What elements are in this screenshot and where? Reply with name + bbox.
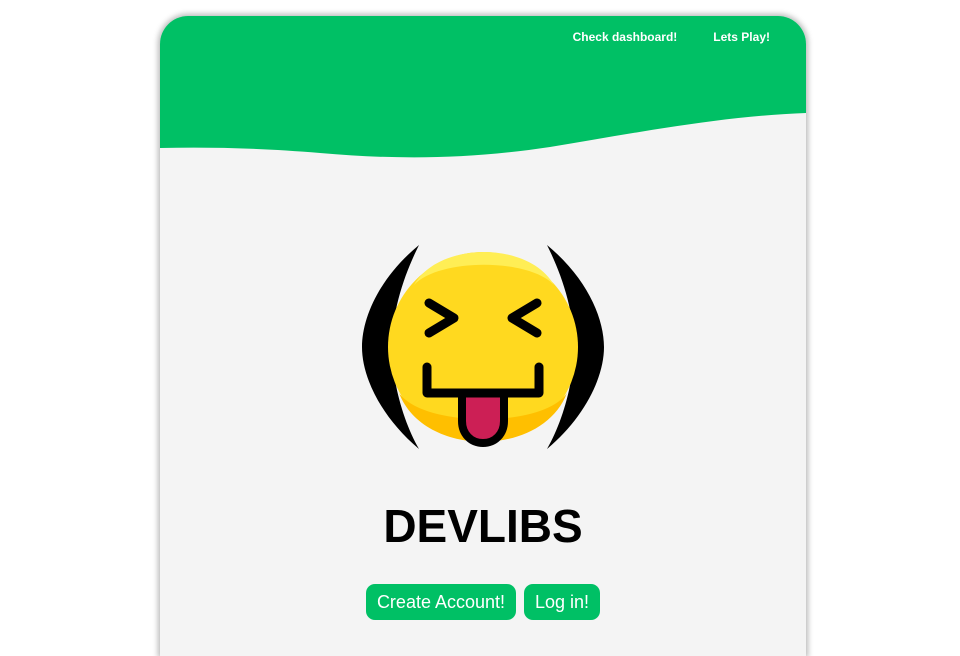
lets-play-link[interactable]: Lets Play! <box>713 30 770 44</box>
app-title: DEVLIBS <box>383 500 583 552</box>
check-dashboard-link[interactable]: Check dashboard! <box>573 30 678 44</box>
tongue-out-emoji-icon <box>362 245 604 449</box>
main-card: Check dashboard! Lets Play! DEVLIBS Crea… <box>160 16 806 656</box>
top-nav: Check dashboard! Lets Play! <box>573 30 770 44</box>
login-button[interactable]: Log in! <box>524 584 601 620</box>
create-account-button[interactable]: Create Account! <box>365 584 517 620</box>
auth-actions: Create Account! Log in! <box>160 584 806 620</box>
